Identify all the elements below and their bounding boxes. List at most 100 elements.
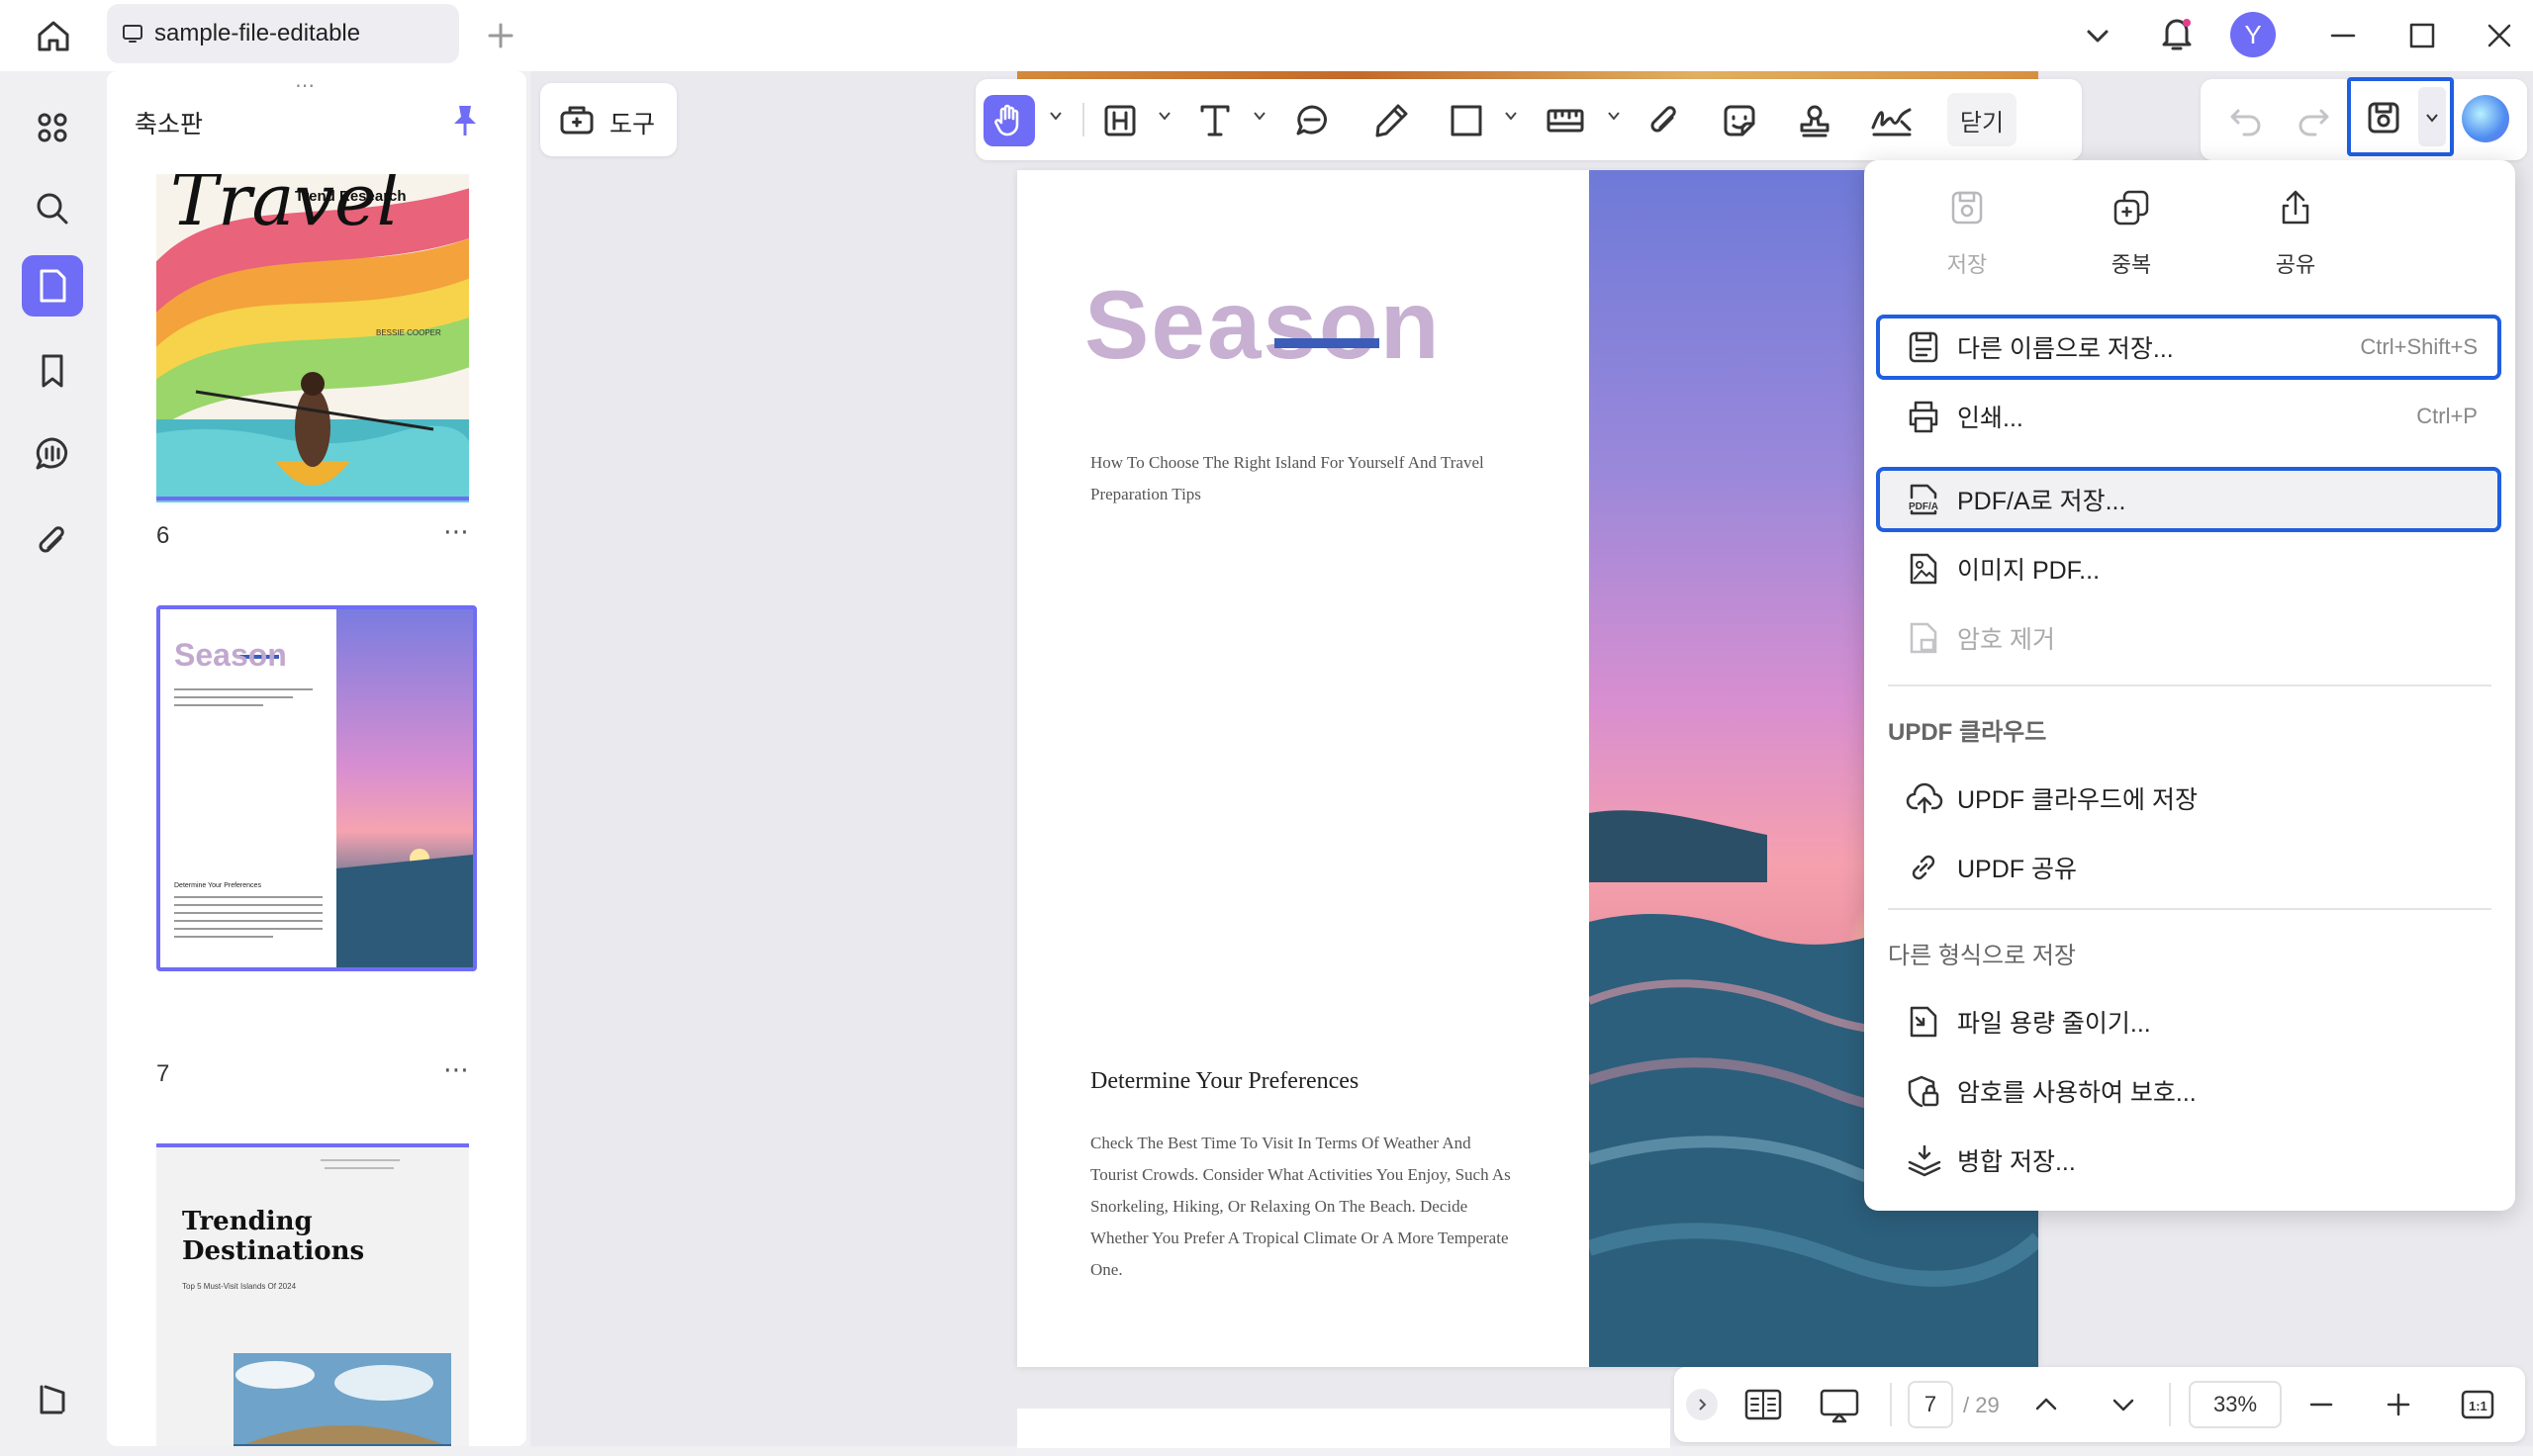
new-tab-icon[interactable]: [485, 20, 516, 51]
hand-tool-caret-icon[interactable]: [1049, 109, 1063, 123]
document-icon: [121, 22, 144, 46]
document-tab[interactable]: sample-file-editable: [107, 4, 459, 63]
menu-item-image-pdf[interactable]: 이미지 PDF...: [1878, 538, 2499, 599]
page-6-more-icon[interactable]: ⋯: [443, 516, 470, 547]
title-strikethrough-mark: [1274, 338, 1379, 348]
bookmark-icon[interactable]: [22, 340, 83, 402]
tools-label: 도구: [610, 111, 656, 138]
text-tool-caret-icon[interactable]: [1253, 109, 1266, 123]
menu-item-cloud-share[interactable]: UPDF 공유: [1878, 837, 2499, 898]
close-icon[interactable]: [2484, 20, 2515, 51]
sticker-tool-icon[interactable]: [1714, 95, 1765, 146]
ai-assistant-icon[interactable]: [2462, 95, 2509, 142]
signature-tool-icon[interactable]: [1866, 95, 1918, 146]
menu-duplicate-label: 중복: [2111, 252, 2152, 277]
document-subtitle: How To Choose The Right Island For Yours…: [1090, 453, 1484, 503]
measure-tool-icon[interactable]: [1540, 95, 1591, 146]
highlight-tool-caret-icon[interactable]: [1158, 109, 1172, 123]
thumbnails-icon[interactable]: [22, 255, 83, 317]
measure-tool-caret-icon[interactable]: [1607, 109, 1621, 123]
cloud-section-title: UPDF 클라우드: [1888, 719, 2047, 746]
shape-tool-icon[interactable]: [1441, 95, 1492, 146]
pin-icon[interactable]: [449, 103, 481, 138]
thumb8-title: Trending Destinations: [182, 1207, 365, 1266]
menu-item-reduce-size[interactable]: 파일 용량 줄이기...: [1878, 991, 2499, 1052]
shape-tool-caret-icon[interactable]: [1504, 109, 1518, 123]
save-as-label: 다른 이름으로 저장...: [1957, 335, 2174, 363]
thumbnail-panel: ⋯ 축소판 Travel Trend Research BESSIE COOPE…: [107, 71, 526, 1446]
hand-tool-icon[interactable]: [984, 95, 1035, 146]
search-icon[interactable]: [22, 178, 83, 239]
avatar[interactable]: Y: [2230, 12, 2276, 57]
protect-label: 암호를 사용하여 보호...: [1957, 1079, 2197, 1107]
menu-item-cloud-save[interactable]: UPDF 클라우드에 저장: [1878, 768, 2499, 829]
duplicate-icon: [2111, 188, 2151, 228]
highlight-tool-icon[interactable]: [1094, 95, 1146, 146]
zoom-in-icon[interactable]: [2383, 1389, 2414, 1420]
save-pdfa-label: PDF/A로 저장...: [1957, 488, 2126, 515]
next-page-edge: [1017, 1409, 1670, 1448]
page-input[interactable]: 7: [1908, 1381, 1953, 1428]
menu-duplicate-action[interactable]: 중복: [2082, 188, 2181, 287]
page-thumbnail-8[interactable]: Trending Destinations Top 5 Must-Visit I…: [156, 1143, 469, 1446]
attach-tool-icon[interactable]: [1639, 95, 1690, 146]
share-icon: [2276, 188, 2315, 228]
presentation-icon[interactable]: [1819, 1387, 1860, 1424]
bell-icon[interactable]: [2159, 14, 2195, 53]
page-thumbnail-7[interactable]: Season Determine Your Preferences: [156, 605, 477, 971]
tools-button[interactable]: 도구: [540, 83, 677, 156]
link-icon: [1906, 850, 1941, 885]
close-tool-button[interactable]: 닫기: [1947, 93, 2017, 146]
drag-handle[interactable]: ⋯: [295, 73, 317, 98]
panel-title: 축소판: [135, 111, 204, 138]
expand-icon[interactable]: [1686, 1389, 1718, 1420]
next-page-icon[interactable]: [2108, 1389, 2139, 1420]
reduce-size-label: 파일 용량 줄이기...: [1957, 1010, 2151, 1038]
home-icon[interactable]: [34, 16, 73, 55]
zoom-out-icon[interactable]: [2305, 1389, 2337, 1420]
menu-share-action[interactable]: 공유: [2246, 188, 2345, 287]
undo-icon[interactable]: [2228, 103, 2264, 136]
maximize-icon[interactable]: [2406, 20, 2438, 51]
menu-item-save-pdfa[interactable]: PDF/A PDF/A로 저장...: [1876, 467, 2501, 532]
pencil-tool-icon[interactable]: [1365, 95, 1417, 146]
minimize-icon[interactable]: [2327, 20, 2359, 51]
stamp-tool-icon[interactable]: [1789, 95, 1840, 146]
layers-icon[interactable]: [22, 1369, 83, 1430]
attachment-icon[interactable]: [22, 510, 83, 572]
text-tool-icon[interactable]: [1189, 95, 1241, 146]
menu-separator: [1888, 684, 2491, 686]
menu-item-remove-password[interactable]: 암호 제거: [1878, 607, 2499, 669]
annotation-toolbar: 닫기: [976, 79, 2082, 160]
apps-icon[interactable]: [22, 97, 83, 158]
previous-page-icon[interactable]: [2030, 1389, 2062, 1420]
page-navigation-bar: 7 / 29 33% 1:1: [1674, 1367, 2525, 1442]
menu-save-action[interactable]: 저장: [1918, 188, 2017, 287]
save-as-shortcut: Ctrl+Shift+S: [2360, 334, 2478, 359]
compress-icon: [1906, 1004, 1941, 1040]
top-right-controls: [2201, 77, 2527, 160]
save-icon: [1947, 188, 1987, 228]
save-menu-button[interactable]: [2347, 77, 2454, 156]
flatten-label: 병합 저장...: [1957, 1148, 2076, 1176]
page-thumbnail-6[interactable]: Travel Trend Research BESSIE COOPER: [156, 174, 469, 502]
print-label: 인쇄...: [1957, 405, 2023, 432]
svg-text:PDF/A: PDF/A: [1909, 501, 1938, 512]
save-dropdown-menu: 저장 중복 공유 다른 이름으로 저장... Ctrl+Shift+S 인쇄..…: [1864, 160, 2515, 1211]
zoom-level[interactable]: 33%: [2189, 1381, 2282, 1428]
page-layout-icon[interactable]: [1743, 1387, 1783, 1422]
actual-size-icon[interactable]: 1:1: [2460, 1387, 2495, 1422]
redo-icon[interactable]: [2296, 103, 2331, 136]
chevron-down-icon[interactable]: [2082, 20, 2113, 51]
flatten-icon: [1906, 1142, 1943, 1178]
comment-icon[interactable]: [22, 423, 83, 485]
page-7-more-icon[interactable]: ⋯: [443, 1054, 470, 1085]
menu-item-print[interactable]: 인쇄... Ctrl+P: [1878, 386, 2499, 447]
menu-item-flatten[interactable]: 병합 저장...: [1878, 1130, 2499, 1191]
comment-tool-icon[interactable]: [1286, 95, 1338, 146]
print-icon: [1906, 399, 1941, 434]
menu-item-save-as[interactable]: 다른 이름으로 저장... Ctrl+Shift+S: [1876, 315, 2501, 380]
menu-item-protect[interactable]: 암호를 사용하여 보호...: [1878, 1060, 2499, 1122]
save-icon: [2365, 99, 2402, 136]
svg-text:1:1: 1:1: [2469, 1399, 2487, 1413]
